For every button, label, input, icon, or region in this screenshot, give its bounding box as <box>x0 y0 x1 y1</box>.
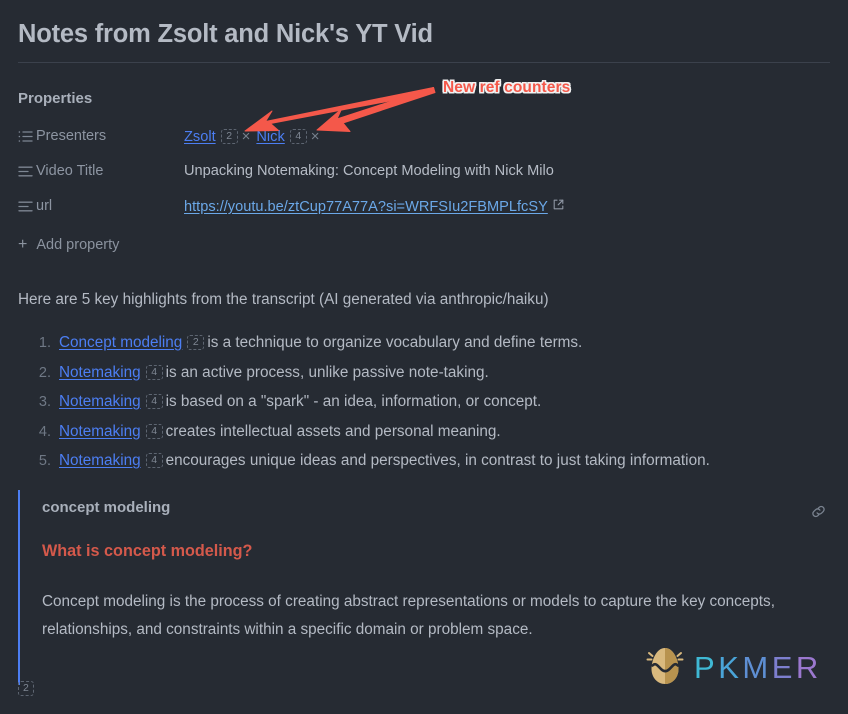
list-item-text: creates intellectual assets and personal… <box>165 422 501 440</box>
plus-icon: + <box>18 236 28 253</box>
list-item-body: Notemaking 4 creates intellectual assets a… <box>59 423 501 441</box>
ref-counter-badge[interactable]: 4 <box>145 364 163 380</box>
pkmer-letter-p: P <box>694 649 719 685</box>
page-title: Notes from Zsolt and Nick's YT Vid <box>18 20 433 48</box>
ref-counter-badge[interactable]: 4 <box>145 453 163 468</box>
property-row-video-title[interactable]: Video Title Unpacking Notemaking: Concep… <box>18 161 830 196</box>
property-value-presenters: Zsolt 2 × Nick 4 × <box>184 126 830 145</box>
list-item-number: 4. <box>38 423 51 440</box>
pkmer-letter-m: M <box>742 649 772 685</box>
ref-counter-badge[interactable]: 4 <box>145 394 163 409</box>
property-value-video-title[interactable]: Unpacking Notemaking: Concept Modeling w… <box>184 161 830 179</box>
align-left-icon <box>18 165 36 178</box>
list-item-number: 3. <box>38 394 51 410</box>
property-row-url[interactable]: url https://youtu.be/ztCup77A77A?si=WRFS… <box>18 196 830 231</box>
annotation-label: New ref counters <box>443 79 571 96</box>
pkmer-wordmark: PKMER <box>694 650 822 686</box>
pkmer-letter-r: R <box>795 649 822 685</box>
internal-link[interactable]: Notemaking <box>59 364 141 381</box>
list-item: 5. Notemaking 4 encourages unique ideas an… <box>18 452 830 482</box>
property-label-video-title: Video Title <box>36 163 104 179</box>
pkmer-watermark: PKMER <box>645 643 822 692</box>
ref-counter-badge-nick[interactable]: 4 <box>289 129 307 144</box>
embedded-note-heading: What is concept modeling? <box>42 542 253 560</box>
list-item-text: is a technique to organize vocabulary an… <box>207 334 583 351</box>
property-label-presenters: Presenters <box>36 128 107 144</box>
list-item-number: 1. <box>38 335 51 351</box>
list-item-number: 2. <box>38 364 51 381</box>
intro-paragraph: Here are 5 key highlights from the trans… <box>18 291 549 308</box>
property-value-url: https://youtu.be/ztCup77A77A?si=WRFSIu2F… <box>184 196 830 215</box>
tag-link-zsolt[interactable]: Zsolt <box>184 129 216 145</box>
video-title-text: Unpacking Notemaking: Concept Modeling w… <box>184 163 554 179</box>
ref-counter-badge[interactable]: 4 <box>145 423 163 439</box>
ref-counter-badge-embed[interactable]: 2 <box>18 681 34 696</box>
list-item-text: is an active process, unlike passive not… <box>165 363 489 381</box>
list-item-body: Concept modeling 2 is a technique to organ… <box>59 334 582 352</box>
remove-tag-nick[interactable]: × <box>311 128 320 145</box>
list-item-text: is based on a "spark" - an idea, informa… <box>165 393 542 410</box>
url-link[interactable]: https://youtu.be/ztCup77A77A?si=WRFSIu2F… <box>184 199 548 215</box>
list-item-body: Notemaking 4 is based on a "spark" - an id… <box>59 393 541 411</box>
embedded-note-paragraph: Concept modeling is the process of creat… <box>42 593 775 638</box>
external-link-icon[interactable] <box>553 198 564 214</box>
pkmer-letter-k: K <box>718 649 743 685</box>
internal-link[interactable]: Notemaking <box>59 393 141 410</box>
remove-tag-zsolt[interactable]: × <box>242 128 251 145</box>
list-item: 1. Concept modeling 2 is a technique to or… <box>18 334 830 364</box>
list-icon <box>18 130 36 143</box>
highlights-list: 1. Concept modeling 2 is a technique to or… <box>18 334 830 482</box>
list-item-number: 5. <box>38 453 51 469</box>
list-item-body: Notemaking 4 encourages unique ideas and p… <box>59 452 710 470</box>
link-icon[interactable] <box>810 503 827 525</box>
add-property-button[interactable]: + Add property <box>18 236 120 254</box>
properties-heading: Properties <box>18 90 93 107</box>
list-item: 3. Notemaking 4 is based on a "spark" - an… <box>18 393 830 423</box>
internal-link[interactable]: Concept modeling <box>59 334 182 351</box>
ref-counter-badge[interactable]: 2 <box>187 335 205 350</box>
ref-counter-badge-zsolt[interactable]: 2 <box>220 129 238 144</box>
add-property-label: Add property <box>36 237 120 253</box>
list-item: 2. Notemaking 4 is an active process, unli… <box>18 364 830 394</box>
list-item-body: Notemaking 4 is an active process, unlike … <box>59 364 489 382</box>
note-page: Notes from Zsolt and Nick's YT Vid Prope… <box>0 0 848 714</box>
property-label-url: url <box>36 198 53 214</box>
embedded-note-title: concept modeling <box>42 499 171 516</box>
internal-link[interactable]: Notemaking <box>59 452 141 469</box>
pkmer-letter-e: E <box>771 649 796 685</box>
list-item: 4. Notemaking 4 creates intellectual asset… <box>18 423 830 453</box>
pkmer-egg-icon <box>645 643 685 692</box>
properties-list: Presenters Zsolt 2 × Nick 4 × Video Title Unp… <box>18 126 830 231</box>
list-item-text: encourages unique ideas and perspectives… <box>165 452 710 469</box>
internal-link[interactable]: Notemaking <box>59 423 141 440</box>
tag-link-nick[interactable]: Nick <box>256 129 284 145</box>
title-divider <box>18 62 830 63</box>
property-row-presenters[interactable]: Presenters Zsolt 2 × Nick 4 × <box>18 126 830 161</box>
align-left-icon <box>18 200 36 213</box>
